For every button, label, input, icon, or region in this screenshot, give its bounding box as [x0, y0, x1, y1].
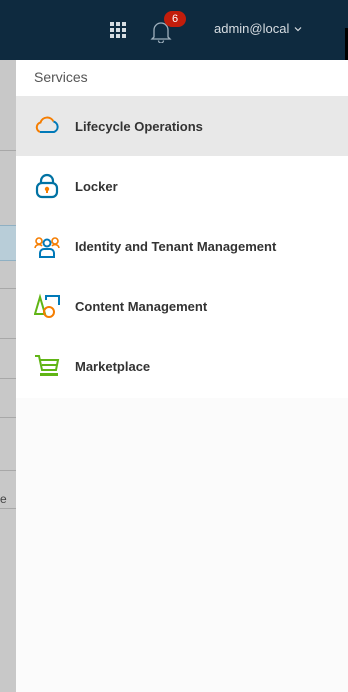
divider	[0, 417, 16, 418]
cloud-icon	[35, 116, 59, 133]
shapes-icon	[34, 293, 60, 318]
service-item-lifecycle-operations[interactable]: Lifecycle Operations	[16, 96, 348, 156]
cart-icon	[35, 355, 60, 376]
chevron-down-icon	[294, 26, 302, 31]
services-panel: Services Lifecycle Operations Locker Ide…	[16, 60, 348, 692]
background-page-overlay: e	[0, 60, 16, 692]
service-label: Content Management	[75, 298, 208, 314]
service-item-locker[interactable]: Locker	[16, 156, 348, 216]
app-grid-icon[interactable]	[110, 22, 126, 38]
user-menu[interactable]: admin@local	[214, 21, 302, 36]
service-label: Identity and Tenant Management	[75, 238, 277, 254]
user-label: admin@local	[214, 21, 290, 36]
users-icon	[34, 237, 60, 258]
divider	[0, 508, 16, 509]
service-item-marketplace[interactable]: Marketplace	[16, 336, 348, 396]
divider	[0, 150, 16, 151]
services-list: Services Lifecycle Operations Locker Ide…	[16, 60, 348, 398]
divider	[0, 338, 16, 339]
divider	[0, 288, 16, 289]
service-item-content-management[interactable]: Content Management	[16, 276, 348, 336]
service-label: Locker	[75, 178, 118, 194]
divider	[0, 378, 16, 379]
divider	[0, 470, 16, 471]
selected-row	[0, 225, 16, 261]
service-label: Marketplace	[75, 358, 151, 374]
service-label: Lifecycle Operations	[75, 118, 203, 134]
top-header-bar: 6 admin@local	[0, 0, 348, 60]
lock-icon	[35, 173, 59, 199]
service-item-identity-and-tenant-management[interactable]: Identity and Tenant Management	[16, 216, 348, 276]
services-header: Services	[34, 69, 88, 85]
notification-count-badge: 6	[164, 11, 186, 27]
truncated-text: e	[0, 492, 7, 506]
